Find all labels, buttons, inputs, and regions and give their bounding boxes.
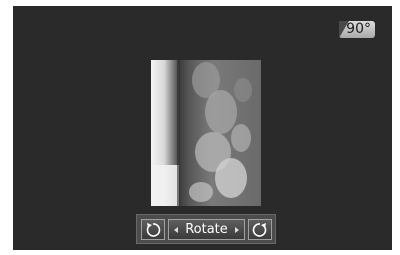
rotate-counterclockwise-icon xyxy=(146,223,161,237)
triangle-right-icon[interactable] xyxy=(235,227,239,233)
rotation-angle-label: 90° xyxy=(346,21,371,37)
rotation-angle-badge: 90° xyxy=(339,21,375,38)
photo-preview xyxy=(151,60,261,206)
rotate-toolbar: Rotate xyxy=(136,214,276,244)
camera-rotate-screen: 90° Rotate xyxy=(13,6,392,250)
rotated-sky-photo-image xyxy=(151,60,261,206)
rotate-button[interactable]: Rotate xyxy=(168,219,245,240)
rotate-counterclockwise-button[interactable] xyxy=(141,219,165,240)
rotate-clockwise-icon xyxy=(252,223,267,237)
rotate-label: Rotate xyxy=(185,222,228,237)
triangle-left-icon[interactable] xyxy=(174,227,178,233)
rotate-clockwise-button[interactable] xyxy=(248,219,272,240)
